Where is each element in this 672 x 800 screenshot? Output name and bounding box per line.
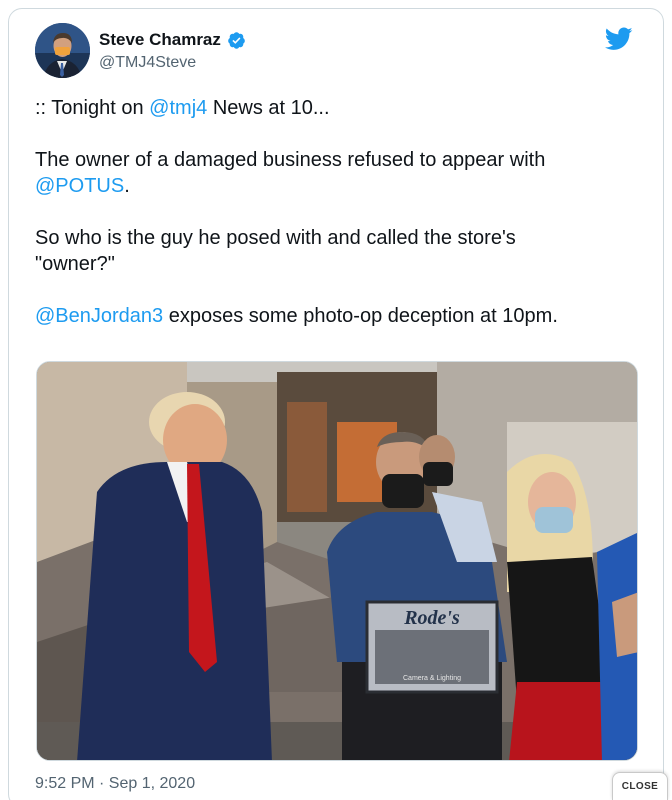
tweet-text-segment: The owner of a damaged business refused … [35, 149, 546, 171]
tweet-card: Steve Chamraz @TMJ4Steve :: Tonight on @… [8, 8, 664, 800]
book-subtitle-text: Camera & Lighting [403, 675, 461, 682]
author-display-name[interactable]: Steve Chamraz [99, 29, 221, 51]
verified-badge-icon [227, 31, 246, 50]
author-avatar[interactable] [35, 23, 90, 78]
tweet-paragraph-3: So who is the guy he posed with and call… [35, 225, 645, 277]
tweet-text-segment: . [124, 175, 130, 197]
close-button[interactable]: CLOSE [612, 772, 668, 800]
tweet-photo[interactable]: Rode's Camera & Lighting [36, 361, 638, 761]
author-handle[interactable]: @TMJ4Steve [99, 52, 246, 74]
mention-tmj4-link[interactable]: @tmj4 [149, 97, 207, 119]
tweet-text-segment: :: Tonight on [35, 97, 150, 119]
mention-potus-link[interactable]: @POTUS [35, 175, 124, 197]
mention-benjordan3-link[interactable]: @BenJordan3 [35, 305, 163, 327]
tweet-text-segment: exposes some photo-op deception at 10pm. [163, 305, 558, 327]
book-title-text: Rode's [403, 607, 460, 629]
tweet-text-segment: So who is the guy he posed with and call… [35, 227, 516, 275]
author-block: Steve Chamraz @TMJ4Steve [99, 29, 246, 74]
tweet-timestamp[interactable]: 9:52 PM · Sep 1, 2020 [35, 773, 195, 795]
tweet-paragraph-4: @BenJordan3 exposes some photo-op decept… [35, 303, 645, 329]
tweet-paragraph-1: :: Tonight on @tmj4 News at 10... [35, 95, 645, 121]
tweet-paragraph-2: The owner of a damaged business refused … [35, 147, 645, 199]
twitter-bird-icon[interactable] [604, 27, 633, 51]
tweet-text-segment: News at 10... [207, 97, 330, 119]
tweet-text: :: Tonight on @tmj4 News at 10... The ow… [35, 95, 645, 355]
